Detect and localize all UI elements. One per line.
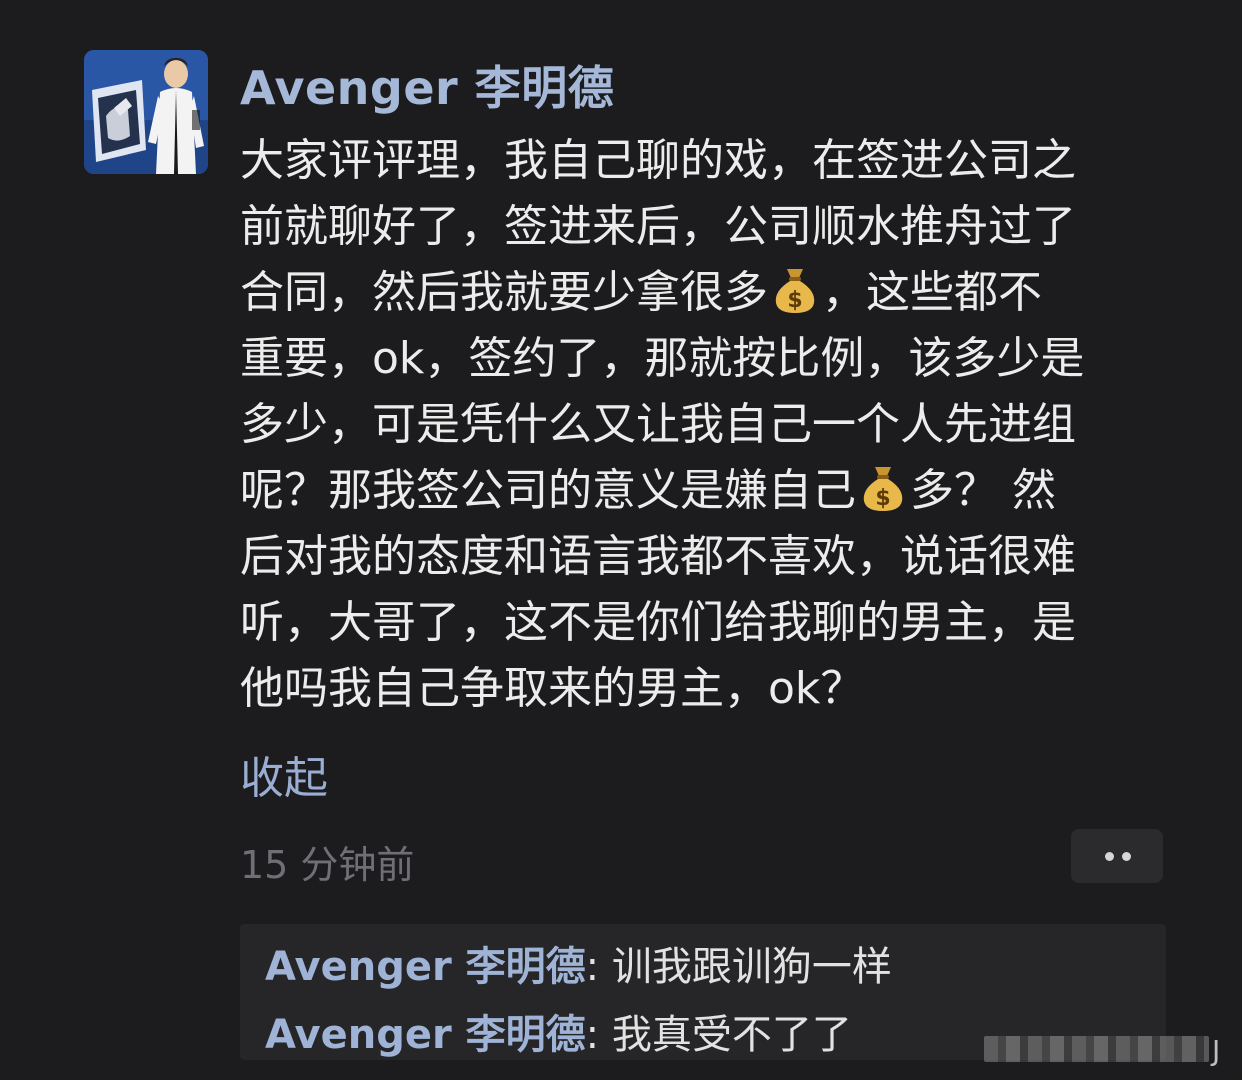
more-button[interactable] [1071,829,1163,883]
post-text-line: 大家评评理，我自己聊的戏，在签进公司之 [240,128,1170,194]
reply-text: 训我跟训狗一样 [611,944,892,990]
reply-item[interactable]: Avenger 李明德: 我真受不了了 [265,1002,852,1060]
post-text: 大家评评理，我自己聊的戏，在签进公司之 前就聊好了，签进来后，公司顺水推舟过了 合同… [240,128,1170,722]
reply-item[interactable]: Avenger 李明德: 训我跟训狗一样 [265,934,892,992]
collapse-link[interactable]: 收起 [240,742,328,806]
post-text-line: 他吗我自己争取来的男主，ok？ [240,656,1170,722]
more-icon [1105,852,1114,861]
watermark-letter: J [1212,1034,1221,1067]
post-text-segment: 多？ 然 [910,465,1056,516]
svg-text:$: $ [875,486,890,511]
avatar[interactable] [84,50,208,174]
post-text-segment: 大家评评理，我自己聊的戏，在签进公司之 [240,135,1076,186]
reply-author[interactable]: Avenger 李明德 [265,1012,586,1058]
profile-photo-icon [84,50,208,174]
post-text-line: 多少，可是凭什么又让我自己一个人先进组 [240,392,1170,458]
post-text-segment: 合同，然后我就要少拿很多 [240,267,768,318]
author-name[interactable]: Avenger 李明德 [240,52,614,118]
post-text-segment: 多少，可是凭什么又让我自己一个人先进组 [240,399,1076,450]
post-text-segment: 前就聊好了，签进来后，公司顺水推舟过了 [240,201,1076,252]
reply-separator: : [585,1012,612,1058]
post-text-segment: 呢？那我签公司的意义是嫌自己 [240,465,856,516]
post-text-line: 合同，然后我就要少拿很多 $ ，这些都不 [240,260,1170,326]
post-text-segment: 他吗我自己争取来的男主，ok？ [240,663,865,714]
watermark-blur [984,1036,1209,1062]
money-bag-icon: $ [860,463,906,513]
post-text-line: 前就聊好了，签进来后，公司顺水推舟过了 [240,194,1170,260]
timestamp: 15 分钟前 [240,843,415,887]
post-text-segment: 重要，ok，签约了，那就按比例，该多少是 [240,333,1085,384]
post-text-line: 后对我的态度和语言我都不喜欢，说话很难 [240,524,1170,590]
reply-text: 我真受不了了 [611,1012,852,1058]
post-text-segment: ，这些都不 [822,267,1042,318]
money-bag-icon: $ [772,265,818,315]
post-text-segment: 后对我的态度和语言我都不喜欢，说话很难 [240,531,1076,582]
more-icon-dot [1122,852,1131,861]
post-text-line: 重要，ok，签约了，那就按比例，该多少是 [240,326,1170,392]
post-text-segment: 听，大哥了，这不是你们给我聊的男主，是 [240,597,1076,648]
post-text-line: 呢？那我签公司的意义是嫌自己 $ 多？ 然 [240,458,1170,524]
post-text-line: 听，大哥了，这不是你们给我聊的男主，是 [240,590,1170,656]
watermark: J [980,1022,1235,1072]
svg-text:$: $ [787,288,802,313]
reply-separator: : [585,944,612,990]
comment-card: Avenger 李明德 大家评评理，我自己聊的戏，在签进公司之 前就聊好了，签进来… [0,0,1242,1080]
reply-author[interactable]: Avenger 李明德 [265,944,586,990]
